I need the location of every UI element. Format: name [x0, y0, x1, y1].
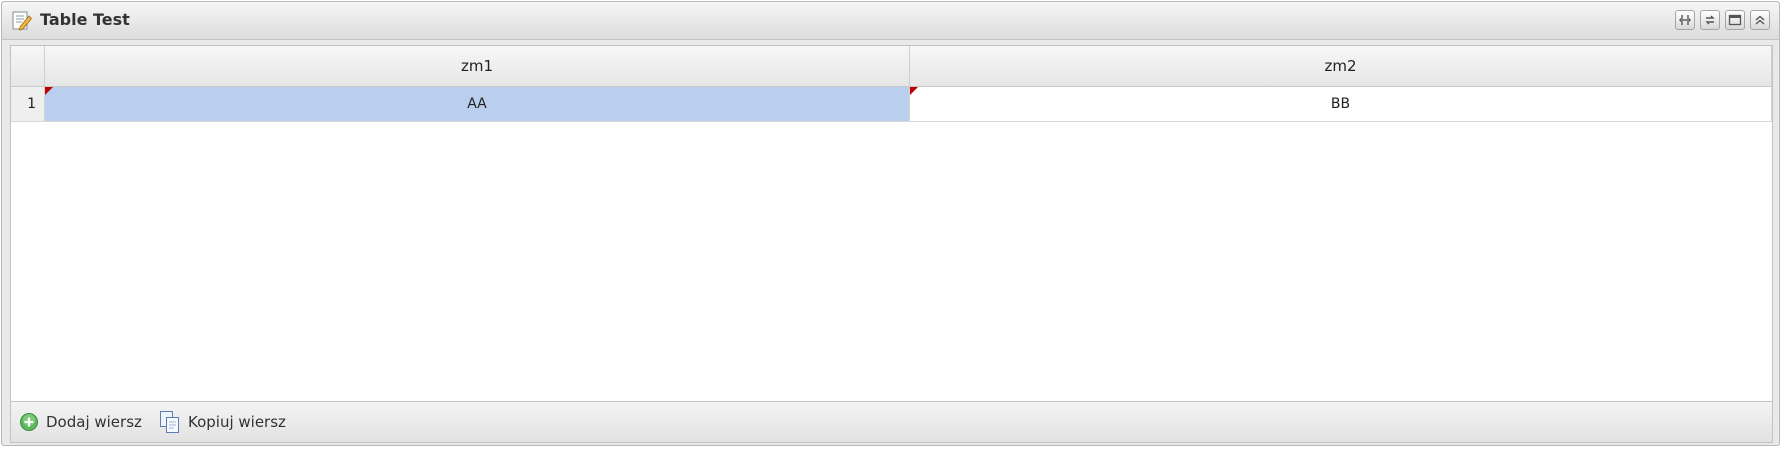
table-row[interactable]: 1 AA BB [11, 87, 1772, 122]
copy-row-label: Kopiuj wiersz [188, 413, 286, 431]
maximize-icon [1728, 14, 1742, 26]
column-header-label: zm2 [1324, 57, 1357, 75]
maximize-button[interactable] [1725, 10, 1745, 30]
cell-zm1[interactable]: AA [45, 87, 910, 121]
fit-columns-icon [1679, 15, 1691, 25]
cell-zm2[interactable]: BB [910, 87, 1772, 121]
refresh-button[interactable] [1700, 10, 1720, 30]
collapse-icon [1755, 15, 1765, 25]
copy-row-button[interactable]: Kopiuj wiersz [159, 410, 286, 434]
panel-titlebar: Table Test [2, 2, 1779, 40]
add-row-button[interactable]: Dodaj wiersz [19, 410, 142, 434]
refresh-icon [1705, 15, 1715, 25]
grid-toolbar: Dodaj wiersz Kopiuj wiersz [11, 401, 1772, 442]
column-header-label: zm1 [460, 57, 494, 75]
dirty-cell-marker [910, 87, 918, 95]
cell-value: BB [1330, 96, 1351, 112]
add-row-label: Dodaj wiersz [46, 413, 142, 431]
dirty-cell-marker [45, 87, 53, 95]
table-test-panel: Table Test zm1 zm2 1 AA BB Dodaj wiersz … [1, 1, 1780, 446]
edit-document-icon [11, 9, 33, 31]
column-header-zm1[interactable]: zm1 [45, 46, 910, 86]
cell-value: AA [467, 96, 487, 112]
copy-icon [160, 411, 179, 433]
row-number: 1 [11, 87, 45, 121]
add-circle-icon [20, 413, 38, 431]
column-header-zm2[interactable]: zm2 [910, 46, 1772, 86]
collapse-button[interactable] [1750, 10, 1770, 30]
panel-tools [1675, 10, 1770, 30]
grid-header-row: zm1 zm2 [11, 46, 1772, 87]
fit-columns-button[interactable] [1675, 10, 1695, 30]
panel-title: Table Test [40, 10, 130, 29]
row-number-header [11, 46, 45, 86]
data-grid: zm1 zm2 1 AA BB Dodaj wiersz Kopiuj wier… [10, 45, 1773, 443]
